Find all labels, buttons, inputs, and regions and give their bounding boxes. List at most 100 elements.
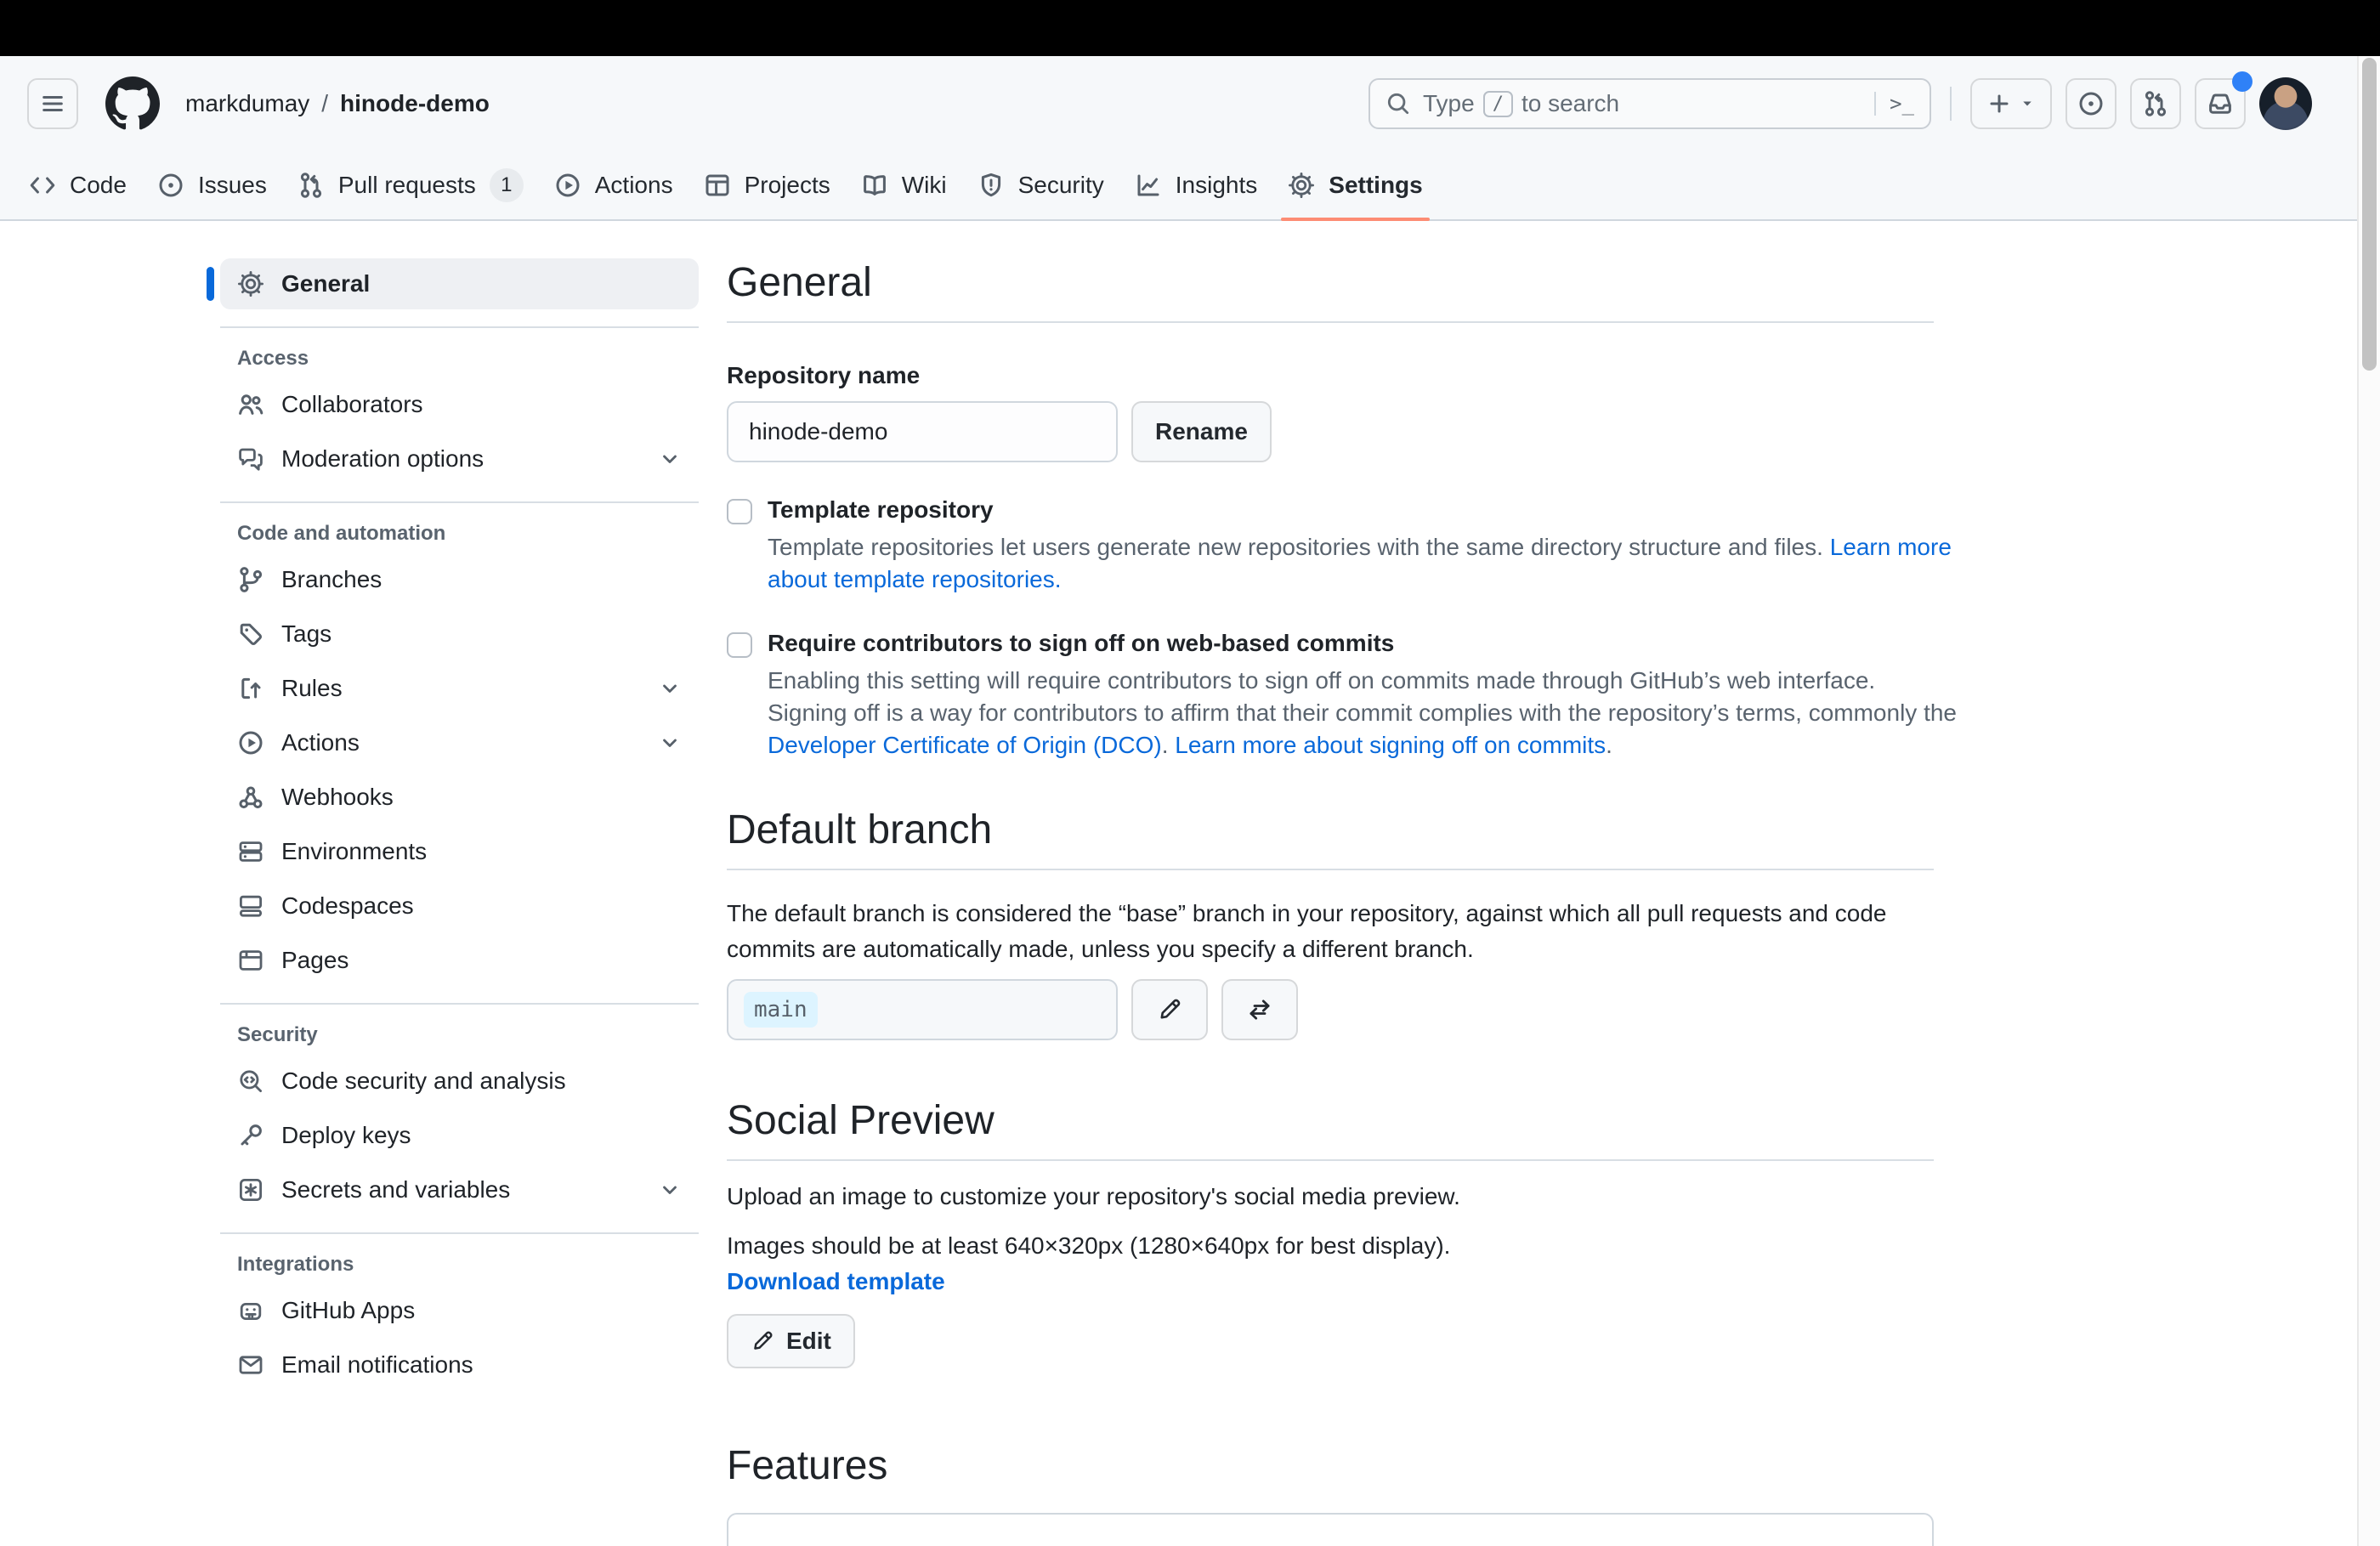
search-placeholder-prefix: Type (1423, 90, 1475, 116)
chevron-down-icon (2019, 95, 2036, 112)
settings-sidebar: General Access Collaborators Moderation … (207, 258, 699, 1394)
tab-label: Pull requests (337, 172, 476, 198)
tab-issues[interactable]: Issues (142, 151, 282, 219)
issue-opened-icon (157, 172, 184, 199)
header-divider (1950, 87, 1952, 121)
default-branch-title: Default branch (727, 807, 993, 852)
sidebar-divider (220, 1232, 699, 1234)
search-placeholder-suffix: to search (1521, 90, 1620, 116)
pencil-icon (1157, 997, 1182, 1022)
sidebar-item-environments[interactable]: Environments (220, 826, 699, 877)
signoff-checkbox[interactable] (727, 632, 752, 658)
hubot-icon (237, 1297, 264, 1324)
search-icon (1386, 91, 1411, 116)
asterisk-icon (237, 1176, 264, 1203)
pencil-icon (751, 1329, 774, 1353)
chevron-down-icon (658, 677, 682, 700)
sidebar-divider (220, 326, 699, 328)
tab-security[interactable]: Security (962, 151, 1119, 219)
scrollbar-thumb[interactable] (2362, 58, 2377, 371)
rename-button[interactable]: Rename (1131, 401, 1272, 462)
shield-icon (978, 172, 1005, 199)
switch-branch-button[interactable] (1221, 979, 1298, 1040)
sidebar-section-security: Security (237, 1023, 318, 1046)
sidebar-item-deploy-keys[interactable]: Deploy keys (220, 1110, 699, 1161)
sidebar-item-moderation-options[interactable]: Moderation options (220, 433, 699, 484)
user-avatar[interactable] (2259, 77, 2312, 130)
mail-icon (237, 1351, 264, 1379)
chevron-down-icon (658, 447, 682, 471)
sidebar-item-webhooks[interactable]: Webhooks (220, 772, 699, 823)
git-pull-request-icon (298, 172, 325, 199)
sidebar-item-branches[interactable]: Branches (220, 554, 699, 605)
play-icon (237, 729, 264, 756)
repo-tab-bar: Code Issues Pull requests 1 Actions Proj… (0, 151, 2380, 221)
social-preview-line1: Upload an image to customize your reposi… (727, 1183, 1460, 1209)
tab-settings[interactable]: Settings (1272, 151, 1437, 221)
sidebar-item-secrets-variables[interactable]: Secrets and variables (220, 1164, 699, 1215)
sidebar-item-actions[interactable]: Actions (220, 717, 699, 768)
sidebar-item-github-apps[interactable]: GitHub Apps (220, 1285, 699, 1336)
breadcrumb-separator: / (321, 90, 329, 116)
sidebar-item-collaborators[interactable]: Collaborators (220, 379, 699, 430)
template-repository-checkbox[interactable] (727, 499, 752, 524)
global-search-input[interactable]: Type / to search >_ (1368, 78, 1931, 129)
codespaces-icon (237, 892, 264, 920)
page-scrollbar[interactable] (2357, 56, 2380, 1546)
tab-code[interactable]: Code (14, 151, 142, 219)
sidebar-item-rules[interactable]: Rules (220, 663, 699, 714)
gear-icon (1288, 172, 1315, 199)
tab-pull-requests[interactable]: Pull requests 1 (282, 151, 539, 219)
chevron-down-icon (658, 1178, 682, 1202)
plus-icon (1986, 91, 2012, 116)
tab-actions[interactable]: Actions (539, 151, 688, 219)
rules-icon (237, 675, 264, 702)
sidebar-item-email-notifications[interactable]: Email notifications (220, 1339, 699, 1390)
sidebar-item-code-security[interactable]: Code security and analysis (220, 1056, 699, 1107)
hamburger-menu-button[interactable] (27, 78, 78, 129)
github-logo-icon[interactable] (105, 76, 160, 131)
git-pull-request-icon (2142, 90, 2169, 117)
sidebar-item-label: Secrets and variables (281, 1176, 511, 1203)
unread-notification-dot (2232, 71, 2252, 92)
tab-label: Settings (1329, 172, 1423, 198)
app-header: markdumay / hinode-demo Type / to search… (0, 56, 2380, 221)
three-bars-icon (40, 91, 65, 116)
sidebar-item-pages[interactable]: Pages (220, 935, 699, 986)
dco-link[interactable]: Developer Certificate of Origin (DCO) (768, 732, 1162, 758)
tab-wiki[interactable]: Wiki (846, 151, 962, 219)
edit-social-preview-button[interactable]: Edit (727, 1314, 855, 1368)
command-palette-icon[interactable]: >_ (1874, 92, 1914, 116)
inbox-icon (2207, 90, 2234, 117)
issues-dashboard-button[interactable] (2066, 78, 2116, 129)
sidebar-item-tags[interactable]: Tags (220, 609, 699, 660)
repository-name-input[interactable] (727, 401, 1118, 462)
sidebar-item-general[interactable]: General (207, 258, 699, 309)
create-new-button[interactable] (1970, 78, 2052, 129)
sidebar-item-label: Deploy keys (281, 1122, 411, 1148)
graph-icon (1135, 172, 1162, 199)
signoff-learn-more-link[interactable]: Learn more about signing off on commits (1175, 732, 1606, 758)
rename-branch-button[interactable] (1131, 979, 1208, 1040)
breadcrumb-repo-link[interactable]: hinode-demo (340, 90, 490, 117)
description-text: . (1606, 732, 1612, 758)
active-tab-underline (1281, 218, 1430, 221)
sidebar-item-codespaces[interactable]: Codespaces (220, 881, 699, 932)
sidebar-item-label: General (281, 270, 371, 297)
tab-insights[interactable]: Insights (1119, 151, 1273, 219)
pull-requests-dashboard-button[interactable] (2130, 78, 2181, 129)
tab-label: Insights (1175, 172, 1258, 198)
default-branch-description: The default branch is considered the “ba… (727, 900, 1887, 962)
sidebar-section-access: Access (237, 347, 309, 370)
top-black-bar (0, 0, 2380, 56)
download-template-link[interactable]: Download template (727, 1268, 945, 1295)
issue-opened-icon (2077, 90, 2105, 117)
tab-label: Issues (197, 172, 267, 198)
server-icon (237, 838, 264, 865)
tab-projects[interactable]: Projects (688, 151, 846, 219)
comment-discussion-icon (237, 445, 264, 473)
sidebar-item-label: Moderation options (281, 445, 484, 472)
git-branch-icon (237, 566, 264, 593)
code-icon (29, 172, 56, 199)
breadcrumb-owner-link[interactable]: markdumay (185, 90, 309, 117)
